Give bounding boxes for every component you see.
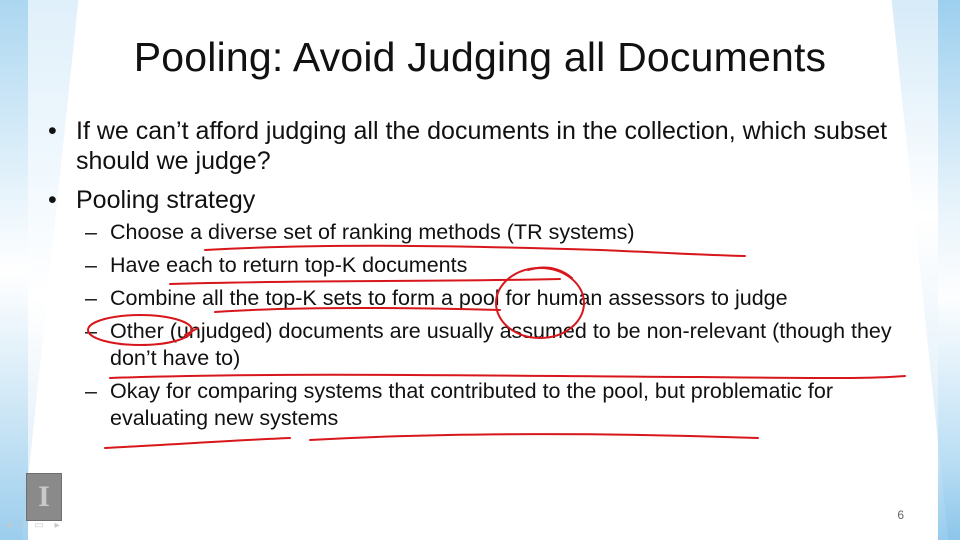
sub-bullet-item: – Choose a diverse set of ranking method…	[48, 219, 928, 246]
sub-bullet-text: Other (unjudged) documents are usually a…	[110, 319, 892, 370]
sub-bullet-item: – Okay for comparing systems that contri…	[48, 378, 928, 432]
sub-bullet-item: – Have each to return top-K documents	[48, 252, 928, 279]
slide: Pooling: Avoid Judging all Documents • I…	[0, 0, 960, 540]
underline-problematic	[104, 437, 291, 449]
logo-glyph: I	[38, 480, 50, 513]
bullet-text: If we can’t afford judging all the docum…	[76, 117, 888, 175]
sub-bullet-item: – Other (unjudged) documents are usually…	[48, 318, 928, 372]
slide-title: Pooling: Avoid Judging all Documents	[133, 34, 827, 80]
sub-bullet-item: – Combine all the top-K sets to form a p…	[48, 285, 928, 312]
sub-bullet-text: Combine all the top-K sets to form a poo…	[110, 286, 788, 310]
bullet-text: Pooling strategy	[76, 186, 256, 214]
dash-marker: –	[85, 286, 97, 310]
bullet-item: • Pooling strategy	[48, 185, 928, 215]
dash-marker: –	[85, 379, 97, 403]
left-decoration-accent	[0, 0, 28, 540]
slide-nav-icons[interactable]: ◂ ⁄ ▭ ▸	[6, 520, 64, 531]
bullet-marker: •	[48, 117, 57, 145]
sub-bullet-text: Have each to return top-K documents	[110, 253, 468, 277]
sub-bullet-text: Choose a diverse set of ranking methods …	[110, 220, 635, 244]
page-number: 6	[897, 508, 904, 522]
sub-bullet-text: Okay for comparing systems that contribu…	[110, 379, 833, 430]
university-logo-icon: I	[26, 473, 62, 521]
bullet-list: • If we can’t afford judging all the doc…	[48, 116, 928, 438]
right-decoration-accent	[938, 0, 960, 540]
dash-marker: –	[85, 220, 97, 244]
dash-marker: –	[85, 253, 97, 277]
bullet-item: • If we can’t afford judging all the doc…	[48, 116, 928, 176]
dash-marker: –	[85, 319, 97, 343]
bullet-marker: •	[48, 186, 57, 214]
